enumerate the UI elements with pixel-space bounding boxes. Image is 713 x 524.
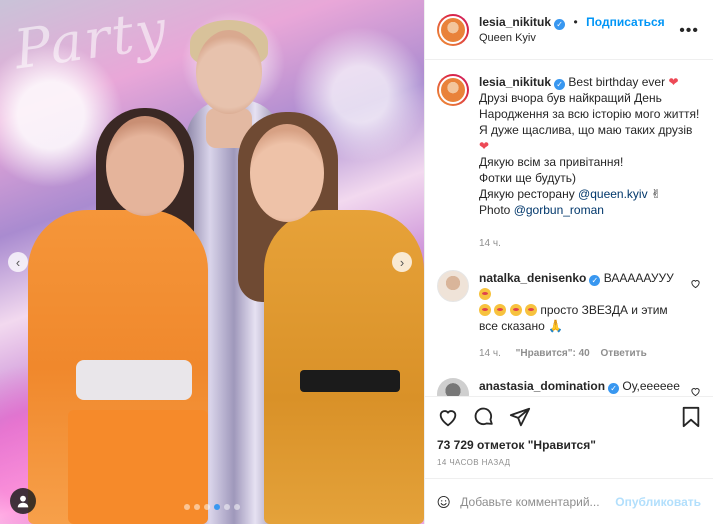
commenter-avatar[interactable] (437, 270, 469, 302)
commenter-avatar[interactable] (437, 378, 469, 396)
caption-line-6: Photo (479, 203, 511, 217)
comment-input[interactable] (460, 494, 616, 509)
comment-item: anastasia_domination ✓ Оу,ееееее (437, 378, 701, 396)
previous-photo-button[interactable]: ‹ (8, 252, 28, 272)
carousel-dot (234, 504, 240, 510)
center-person-face (196, 30, 262, 114)
comment-button[interactable] (473, 406, 495, 428)
next-photo-button[interactable]: › (392, 252, 412, 272)
caption-line-3: Дякую всім за привітання! (479, 155, 624, 169)
verified-icon: ✓ (608, 383, 620, 394)
comment-text-continued: просто ЗВЕЗДА и этим все сказано (479, 303, 668, 333)
more-options-icon[interactable]: ••• (679, 22, 699, 40)
carousel-indicator (0, 504, 424, 510)
carousel-dot (204, 504, 210, 510)
comment-item: natalka_denisenko ✓ ВАААААУУУ просто ЗВЕЗ… (437, 270, 701, 362)
chevron-left-icon: ‹ (15, 254, 21, 270)
verified-icon: ✓ (589, 275, 601, 286)
like-button[interactable] (437, 406, 459, 428)
caption-avatar[interactable] (437, 74, 469, 106)
caption-line-1: Best birthday ever (568, 75, 666, 89)
verified-icon: ✓ (554, 79, 566, 90)
add-comment-bar: Опубликовать (425, 478, 713, 524)
heart-icon (439, 409, 457, 426)
comment-like-heart-icon[interactable] (690, 278, 701, 289)
right-person-belt (300, 370, 400, 392)
comment-time[interactable]: 14 ч. (479, 348, 501, 359)
author-info: lesia_nikituk ✓ • Подписаться Queen Kyiv (479, 14, 665, 46)
carousel-dot (194, 504, 200, 510)
reply-button[interactable]: Ответить (601, 348, 647, 359)
action-bar (425, 396, 713, 436)
comment-likes[interactable]: "Нравится": 40 (516, 348, 590, 359)
caption: lesia_nikituk ✓ Best birthday ever ❤ Друз… (437, 74, 701, 252)
tagged-users-button[interactable] (10, 488, 36, 514)
heart-eyes-emoji-icon (479, 288, 491, 300)
caption-time[interactable]: 14 ч. (479, 238, 501, 249)
heart-eyes-emoji-icon (509, 304, 522, 316)
emoji-icon[interactable] (437, 491, 450, 513)
bookmark-icon (682, 406, 700, 428)
post-photo[interactable]: Party ‹ › (0, 0, 424, 524)
location-link[interactable]: Queen Kyiv (479, 30, 665, 46)
heart-eyes-emoji-icon (479, 304, 491, 316)
save-button[interactable] (681, 406, 701, 428)
post-time[interactable]: 14 ЧАСОВ НАЗАД (425, 454, 713, 478)
verified-icon: ✓ (554, 18, 566, 30)
heart-emoji-icon: ❤ (668, 75, 679, 89)
caption-username[interactable]: lesia_nikituk (479, 75, 551, 89)
commenter-username[interactable]: natalka_denisenko (479, 271, 586, 285)
caption-line-2: Друзі вчора був найкращий День Народженн… (479, 91, 700, 137)
post-header: lesia_nikituk ✓ • Подписаться Queen Kyiv … (425, 0, 713, 60)
share-button[interactable] (509, 406, 531, 428)
author-avatar[interactable] (437, 13, 469, 46)
left-person-shirt (76, 360, 192, 400)
mention-queen-kyiv[interactable]: @queen.kyiv (578, 187, 648, 201)
commenter-username[interactable]: anastasia_domination (479, 379, 605, 393)
like-count[interactable]: 73 729 отметок "Нравится" (425, 436, 713, 454)
separator: • (573, 14, 578, 29)
instagram-post: Party ‹ › lesia_nikituk ✓ • Подписаться … (0, 0, 713, 524)
carousel-dot (214, 504, 220, 510)
heart-eyes-emoji-icon (525, 304, 538, 316)
comment-text: ВАААААУУУ (603, 271, 674, 285)
left-person-face (106, 116, 184, 216)
heart-emoji-icon: ❤ (479, 139, 490, 153)
follow-button[interactable]: Подписаться (586, 15, 664, 29)
comment-bubble-icon (474, 407, 493, 425)
heart-eyes-emoji-icon (494, 304, 507, 316)
comment-text: Оу,ееееее (622, 379, 680, 393)
carousel-dot (224, 504, 230, 510)
post-sidebar: lesia_nikituk ✓ • Подписаться Queen Kyiv … (424, 0, 713, 524)
victory-hand-emoji-icon: ✌ (650, 187, 662, 201)
comment-like-heart-icon[interactable] (690, 386, 701, 396)
caption-line-5: Дякую ресторану (479, 187, 575, 201)
paper-plane-icon (509, 407, 531, 426)
caption-line-4: Фотки ще будуть) (479, 171, 577, 185)
mention-gorbun-roman[interactable]: @gorbun_roman (514, 203, 604, 217)
carousel-dot (184, 504, 190, 510)
folded-hands-emoji-icon: 🙏 (548, 319, 564, 333)
author-username[interactable]: lesia_nikituk (479, 15, 551, 29)
comments-section: lesia_nikituk ✓ Best birthday ever ❤ Друз… (425, 60, 713, 396)
chevron-right-icon: › (399, 254, 405, 270)
publish-button[interactable]: Опубликовать (615, 495, 701, 509)
right-person-face (250, 124, 324, 222)
